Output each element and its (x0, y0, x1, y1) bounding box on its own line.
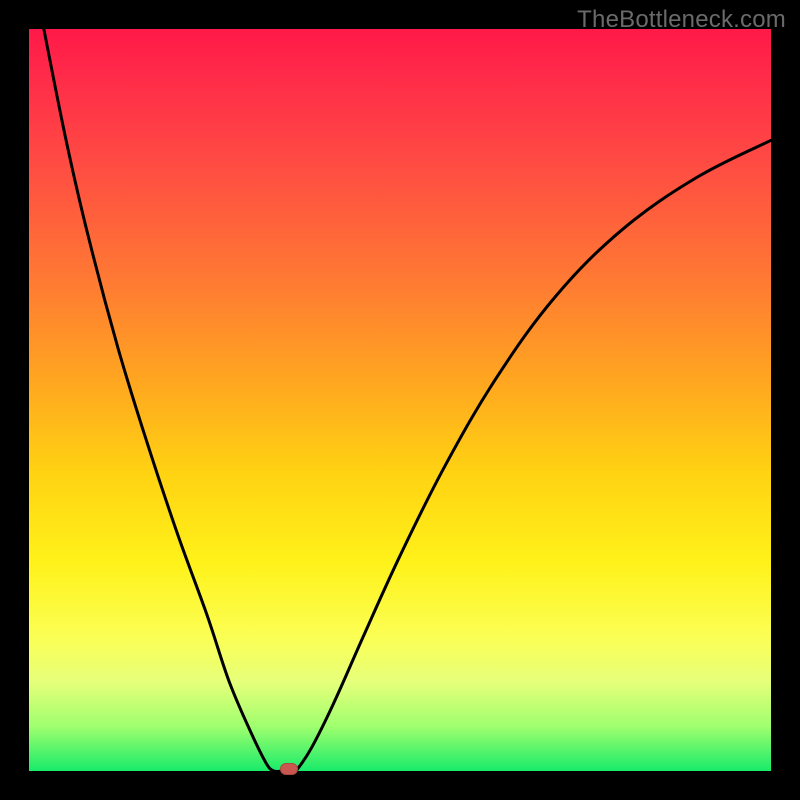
min-marker (280, 763, 298, 775)
plot-area (29, 29, 771, 771)
chart-frame: TheBottleneck.com (0, 0, 800, 800)
watermark-text: TheBottleneck.com (577, 6, 786, 34)
curve-right (296, 140, 771, 771)
curve-left (44, 29, 281, 772)
curve-svg (29, 29, 771, 771)
